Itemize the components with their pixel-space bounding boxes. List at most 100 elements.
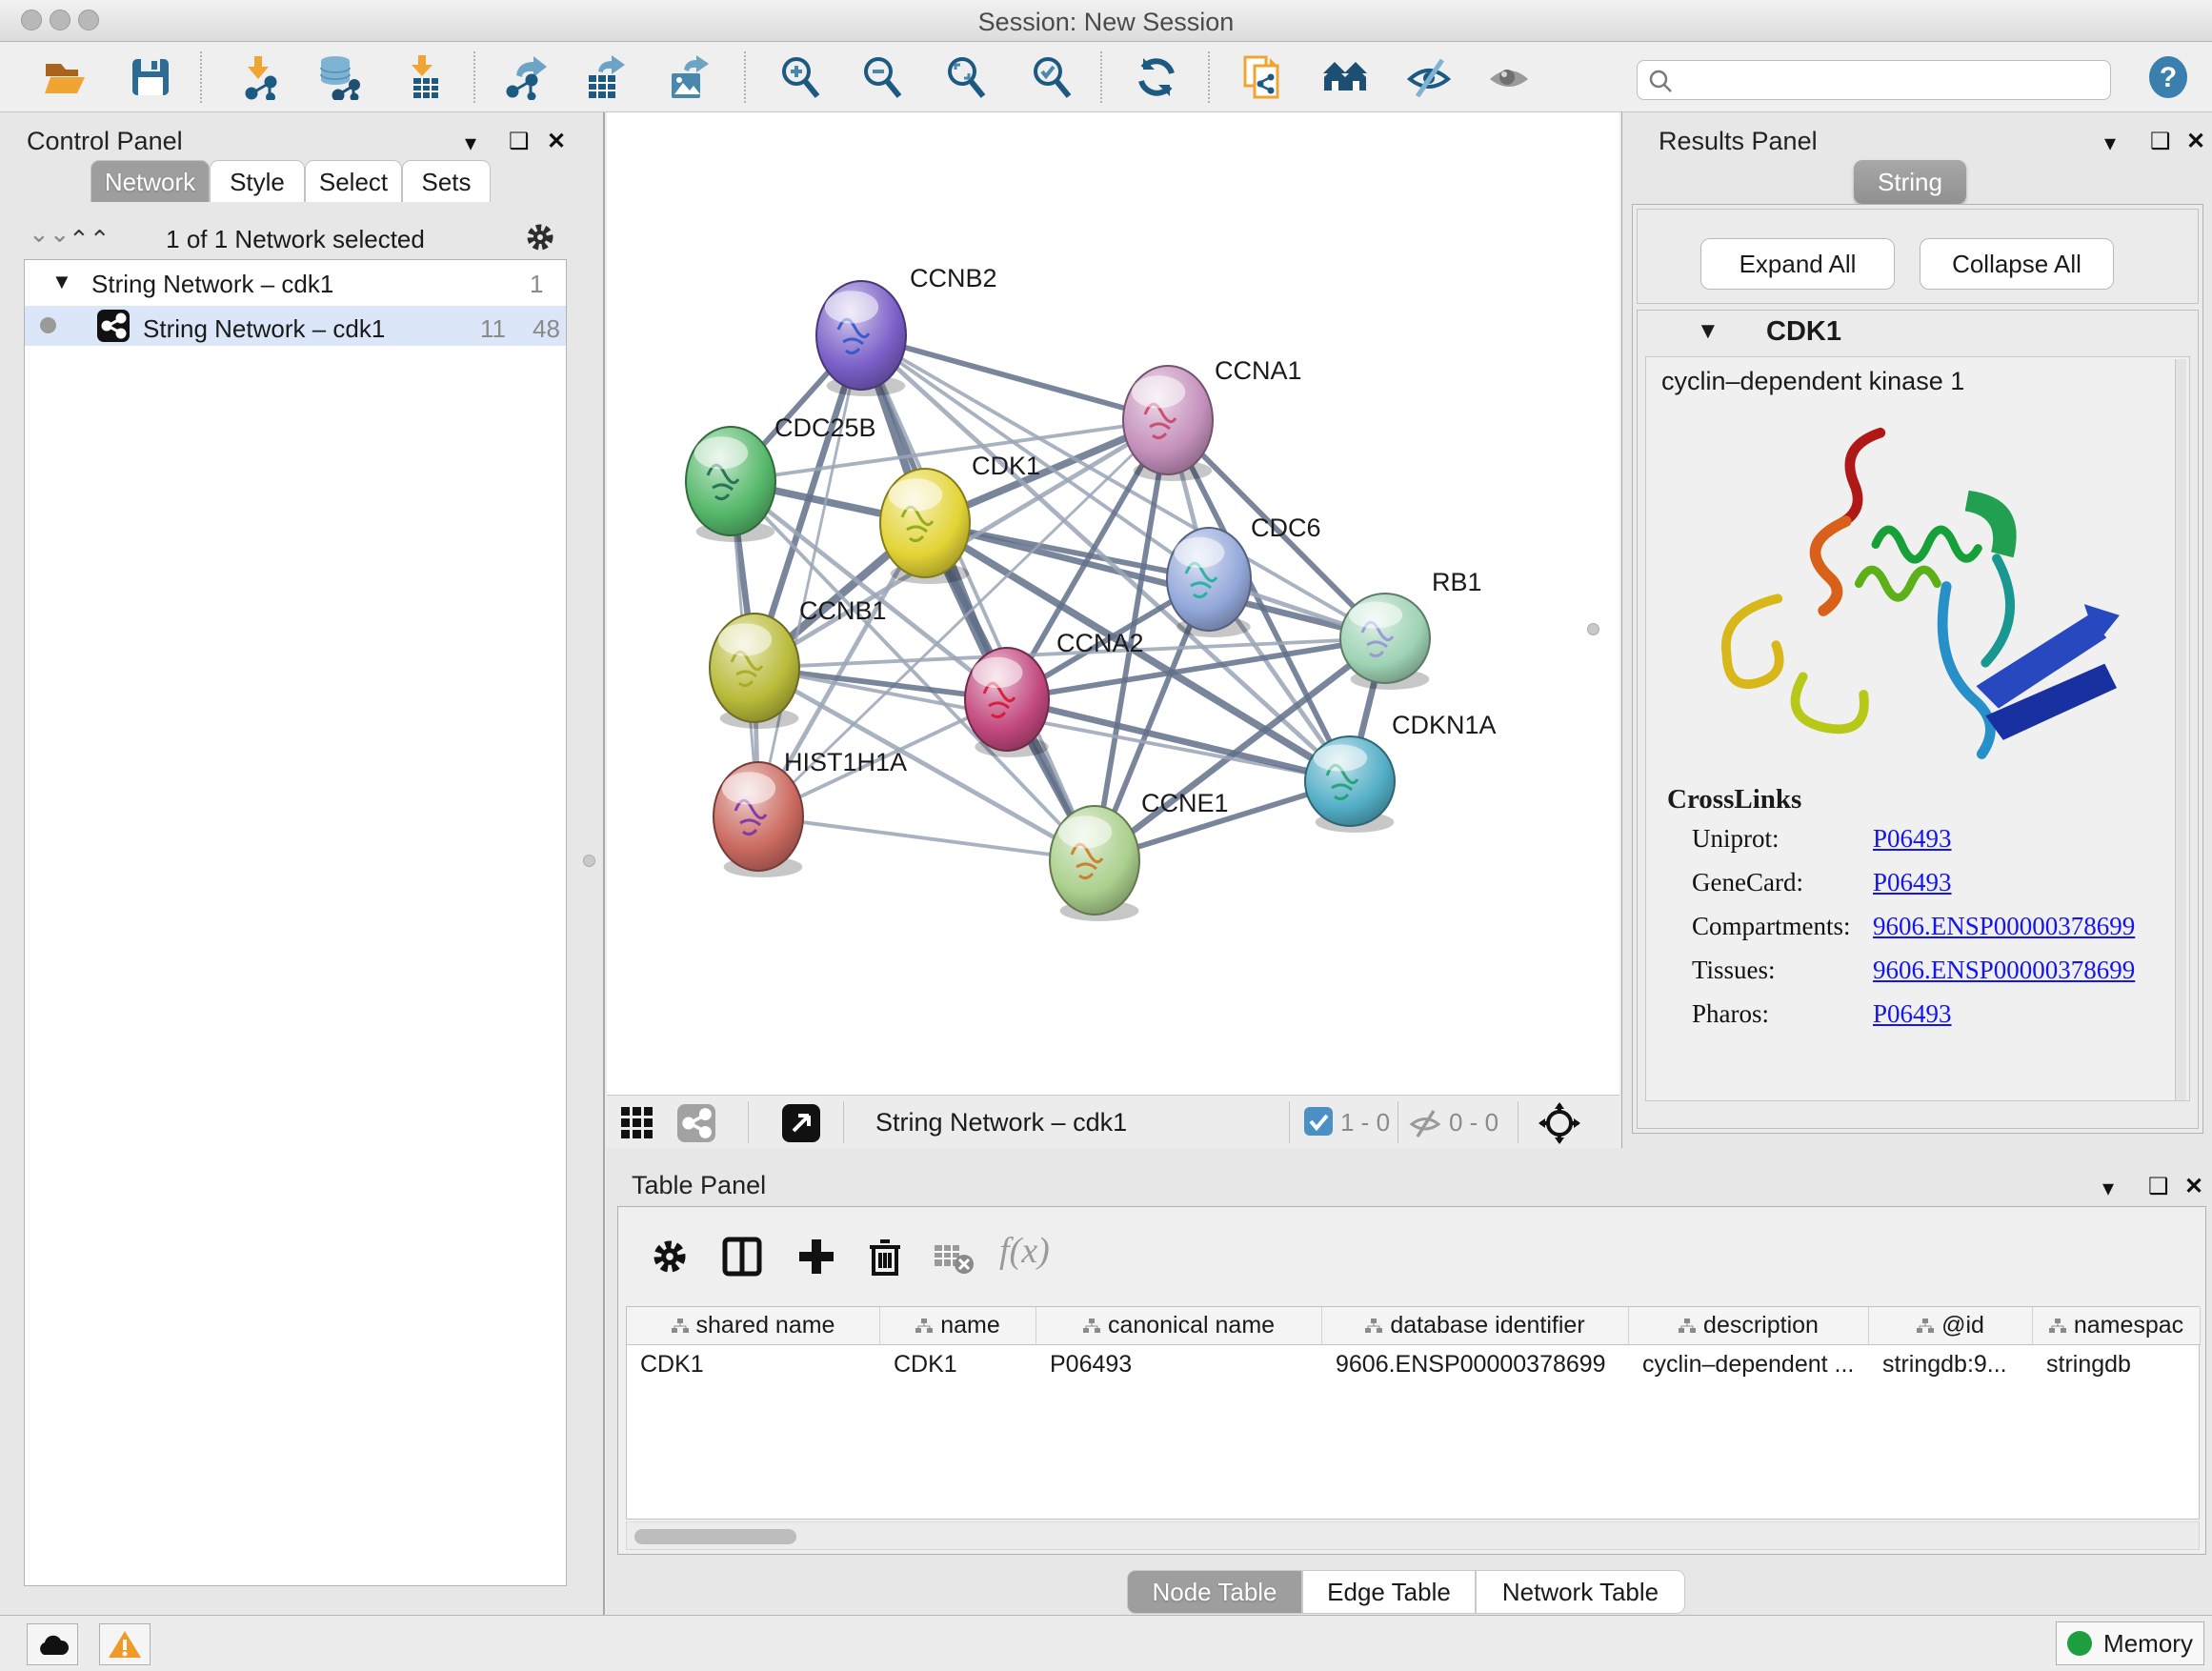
import-network-icon[interactable] [238,54,284,100]
tab-network-table[interactable]: Network Table [1476,1570,1685,1614]
crosslink-compartments[interactable]: 9606.ENSP00000378699 [1873,912,2135,941]
tab-string[interactable]: String [1854,160,1966,204]
tab-network[interactable]: Network [90,160,210,202]
string-network-graph[interactable]: CCNB2 CCNA1 CDC25B CDK1 CDC6 RB1 [607,112,1619,1095]
zoom-selected-icon[interactable] [1029,54,1075,100]
network-node-HIST1H1A[interactable]: HIST1H1A [714,748,907,877]
panel-close-icon[interactable]: ✕ [2184,1173,2203,1200]
home-icon[interactable] [1322,54,1368,100]
delete-table-icon[interactable] [933,1236,976,1279]
crosslink-tissues[interactable]: 9606.ENSP00000378699 [1873,956,2135,985]
right-splitter-handle[interactable] [1587,623,1599,635]
table-cell[interactable]: cyclin–dependent ... [1629,1345,1869,1383]
memory-button[interactable]: Memory [2056,1621,2204,1665]
expand-all-button[interactable]: Expand All [1700,238,1895,290]
column-header-shared-name[interactable]: shared name [627,1307,880,1345]
collection-count: 1 [530,270,543,299]
collection-expand-arrow-icon[interactable]: ▼ [51,270,72,294]
zoom-out-icon[interactable] [859,54,905,100]
table-cell[interactable]: 9606.ENSP00000378699 [1322,1345,1629,1383]
table-cell[interactable]: stringdb:9... [1869,1345,2033,1383]
panel-float-icon[interactable]: ❑ [509,128,530,155]
results-scrollbar[interactable] [2175,359,2186,1100]
copy-icon[interactable] [1238,54,1284,100]
save-session-icon[interactable] [128,54,173,100]
zoom-in-icon[interactable] [777,54,823,100]
crosslink-pharos[interactable]: P06493 [1873,999,1952,1029]
hide-selected-eye-icon[interactable] [1406,54,1452,100]
network-edge[interactable] [1007,699,1350,781]
crosslink-genecard[interactable]: P06493 [1873,868,1952,897]
export-image-icon[interactable] [667,54,713,100]
panel-float-icon[interactable]: ❑ [2148,1173,2169,1200]
expand-all-chevron-icon[interactable]: ⌃⌃ [69,225,111,254]
table-settings-gear-icon[interactable] [649,1236,693,1279]
left-splitter-handle[interactable] [583,855,595,867]
search-input[interactable] [1681,63,2101,95]
refresh-icon[interactable] [1134,54,1179,100]
select-columns-icon[interactable] [721,1236,765,1279]
node-table[interactable]: shared namenamecanonical namedatabase id… [626,1306,2200,1520]
network-edge[interactable] [758,816,1095,860]
open-in-window-icon[interactable] [782,1104,820,1142]
share-view-icon[interactable] [677,1104,715,1142]
collapse-protein-arrow-icon[interactable]: ▼ [1697,318,1719,345]
network-collection-row[interactable]: ▼ String Network – cdk1 1 [25,266,566,306]
warning-status-button[interactable] [99,1623,151,1665]
collapse-all-chevron-icon[interactable]: ⌄⌄ [29,219,70,249]
table-cell[interactable]: CDK1 [627,1345,880,1383]
panel-menu-icon[interactable]: ▾ [2102,1175,2114,1202]
network-node-CDKN1A[interactable]: CDKN1A [1305,711,1497,833]
import-table-icon[interactable] [402,54,448,100]
table-cell[interactable]: stringdb [2033,1345,2201,1383]
tab-style[interactable]: Style [210,160,305,202]
crosslink-uniprot[interactable]: P06493 [1873,824,1952,854]
network-edge[interactable] [861,335,1095,860]
cloud-status-button[interactable] [27,1623,78,1665]
add-column-icon[interactable] [795,1236,839,1279]
panel-close-icon[interactable]: ✕ [2186,128,2205,155]
column-header-database-identifier[interactable]: database identifier [1322,1307,1629,1345]
table-cell[interactable]: CDK1 [880,1345,1036,1383]
panel-menu-icon[interactable]: ▾ [465,130,476,157]
table-cell[interactable]: P06493 [1036,1345,1322,1383]
network-view-canvas[interactable]: CCNB2 CCNA1 CDC25B CDK1 CDC6 RB1 [607,112,1619,1095]
table-hscrollbar[interactable] [626,1521,2200,1550]
show-all-eye-icon[interactable] [1486,54,1532,100]
import-database-icon[interactable] [314,54,360,100]
panel-menu-icon[interactable]: ▾ [2104,130,2116,157]
open-session-icon[interactable] [42,54,88,100]
string-results-container: Expand All Collapse All ▼ CDK1 cyclin–de… [1632,204,2203,1134]
column-header-namespac[interactable]: namespac [2033,1307,2201,1345]
export-table-icon[interactable] [583,54,629,100]
collapse-all-button[interactable]: Collapse All [1920,238,2114,290]
column-header-description[interactable]: description [1629,1307,1869,1345]
network-row-selected[interactable]: String Network – cdk1 11 48 [25,306,566,346]
tab-node-table[interactable]: Node Table [1127,1570,1302,1614]
network-node-RB1[interactable]: RB1 [1340,568,1482,690]
panel-float-icon[interactable]: ❑ [2150,128,2171,155]
node-label: CCNB1 [799,596,887,625]
column-header--id[interactable]: @id [1869,1307,2033,1345]
network-options-gear-icon[interactable] [524,221,556,261]
network-node-CCNE1[interactable]: CCNE1 [1050,789,1229,921]
toolbar-separator [1100,51,1102,103]
delete-column-icon[interactable] [864,1236,908,1279]
column-header-name[interactable]: name [880,1307,1036,1345]
birdseye-crosshair-icon[interactable] [1538,1102,1580,1144]
selected-checkbox-icon[interactable] [1304,1107,1333,1136]
network-edge[interactable] [758,335,861,816]
table-hscrollbar-thumb[interactable] [634,1529,796,1544]
tab-select[interactable]: Select [305,160,402,202]
panel-close-icon[interactable]: ✕ [547,128,566,155]
collection-label: String Network – cdk1 [91,270,333,299]
hidden-eye-icon[interactable] [1409,1107,1441,1139]
tab-sets[interactable]: Sets [402,160,491,202]
grid-view-icon[interactable] [620,1106,654,1140]
function-builder-icon[interactable]: f(x) [999,1230,1050,1272]
zoom-fit-icon[interactable] [943,54,989,100]
help-icon[interactable]: ? [2145,54,2191,100]
column-header-canonical-name[interactable]: canonical name [1036,1307,1322,1345]
export-network-icon[interactable] [503,54,549,100]
tab-edge-table[interactable]: Edge Table [1302,1570,1476,1614]
